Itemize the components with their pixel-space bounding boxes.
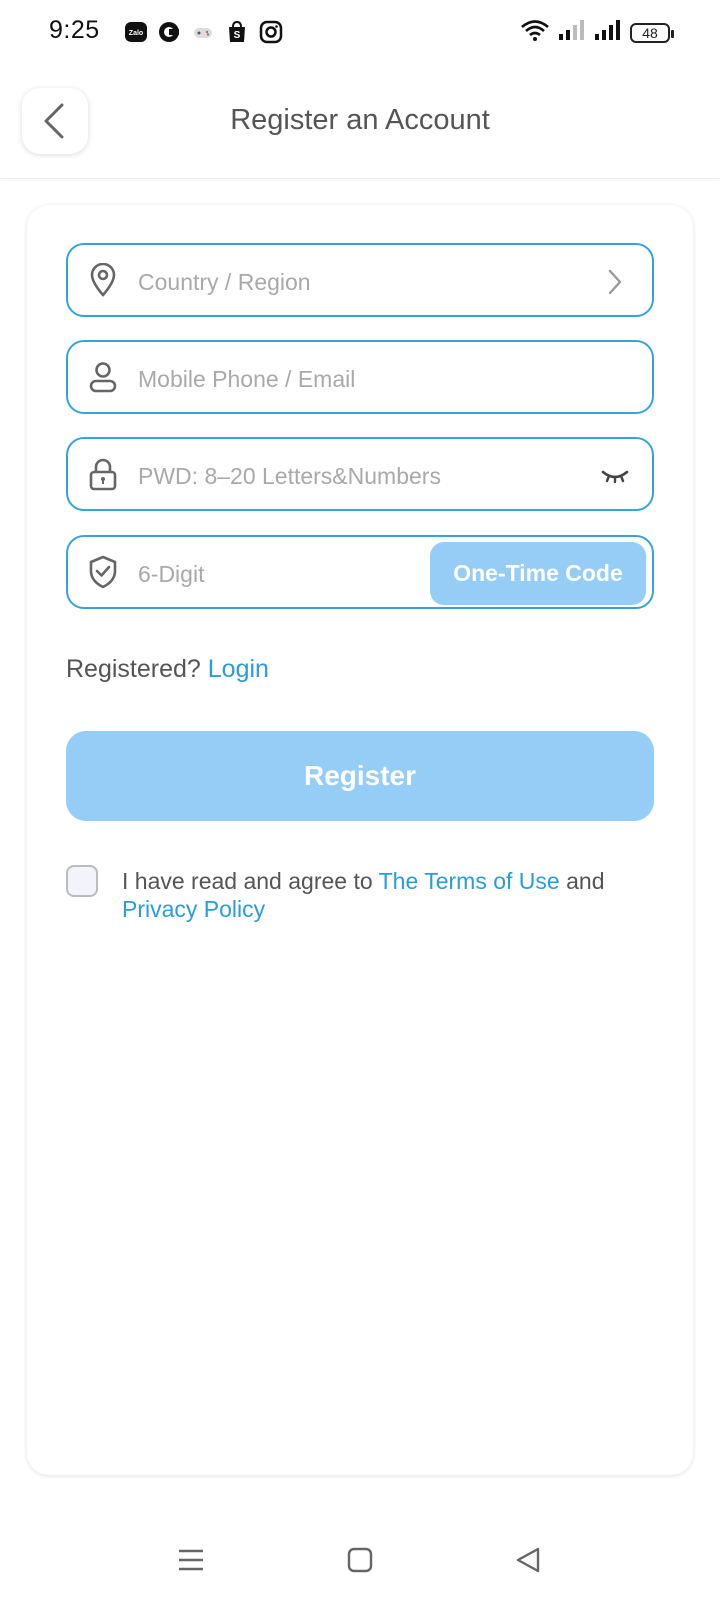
app-header: Register an Account: [0, 64, 720, 179]
agreement-checkbox[interactable]: [66, 865, 98, 897]
user-icon: [86, 360, 120, 394]
phone-email-field[interactable]: Mobile Phone / Email: [66, 340, 654, 414]
privacy-policy-link[interactable]: Privacy Policy: [122, 896, 265, 922]
shield-check-icon: [86, 555, 120, 589]
password-placeholder: PWD: 8–20 Letters&Numbers: [138, 463, 441, 489]
back-triangle-icon[interactable]: [508, 1540, 548, 1580]
register-button[interactable]: Register: [66, 731, 654, 821]
chevron-right-icon: [600, 267, 630, 297]
login-link[interactable]: Login: [208, 655, 269, 683]
status-bar: 9:25 Zalo S 48: [0, 0, 720, 64]
system-nav-bar: [0, 1500, 720, 1612]
menu-icon[interactable]: [171, 1540, 211, 1580]
page-title: Register an Account: [230, 104, 490, 136]
shopee-icon: S: [225, 20, 251, 46]
lock-icon: [86, 457, 120, 491]
home-square-icon[interactable]: [340, 1540, 380, 1580]
signal-2-icon: [594, 19, 622, 46]
c-app-icon: [157, 20, 183, 46]
country-region-field[interactable]: Country / Region: [66, 243, 654, 317]
zalo-icon: Zalo: [124, 20, 150, 46]
svg-text:Zalo: Zalo: [129, 30, 143, 37]
game-controller-icon: [191, 20, 217, 46]
agreement-joiner: and: [566, 868, 605, 894]
battery-indicator: 48: [630, 22, 674, 43]
eye-closed-icon[interactable]: [600, 461, 630, 491]
login-prompt: Registered? Login: [66, 655, 269, 684]
location-pin-icon: [86, 263, 120, 297]
country-region-placeholder: Country / Region: [138, 269, 311, 295]
agreement-prefix: I have read and agree to: [122, 868, 373, 894]
agreement-text: I have read and agree to The Terms of Us…: [122, 867, 662, 923]
one-time-code-button[interactable]: One-Time Code: [430, 542, 646, 605]
status-time: 9:25: [49, 16, 100, 44]
code-placeholder: 6-Digit: [138, 561, 205, 587]
register-card: Country / Region Mobile Phone / Email PW…: [27, 205, 693, 1475]
status-right: 48: [520, 18, 674, 47]
password-field[interactable]: PWD: 8–20 Letters&Numbers: [66, 437, 654, 511]
signal-1-icon: [558, 19, 586, 46]
terms-of-use-link[interactable]: The Terms of Use: [379, 868, 560, 894]
verification-code-field[interactable]: 6-Digit One-Time Code: [66, 535, 654, 609]
svg-text:S: S: [234, 30, 241, 41]
phone-email-placeholder: Mobile Phone / Email: [138, 366, 356, 392]
login-prompt-text: Registered?: [66, 655, 201, 683]
wifi-icon: [520, 18, 550, 47]
instagram-icon: [259, 20, 285, 46]
